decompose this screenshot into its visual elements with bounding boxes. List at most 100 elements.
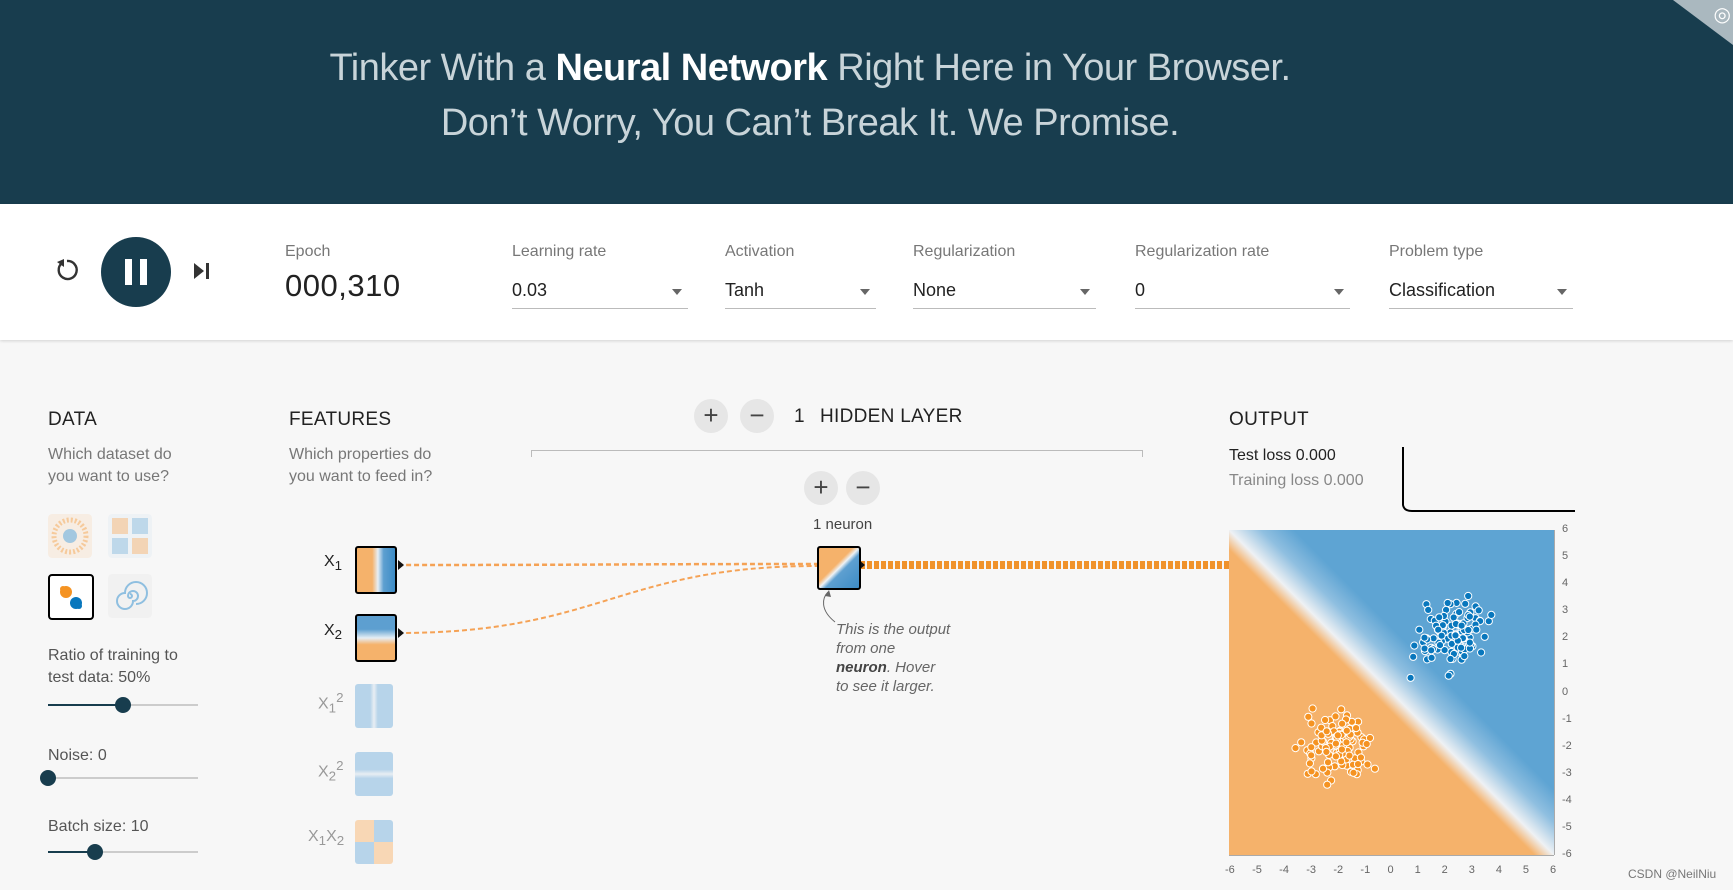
x-tick-label: -2 <box>1333 864 1344 876</box>
data-point <box>1331 712 1340 721</box>
minus-icon: − <box>749 400 765 430</box>
y-tick-label: 1 <box>1562 658 1569 671</box>
data-point <box>1464 591 1473 601</box>
feature-x2[interactable] <box>355 614 397 662</box>
neuron-count-label: 1 neuron <box>813 516 873 533</box>
feature-x1x2[interactable] <box>355 820 393 864</box>
feature-label-x2: X2 <box>324 622 343 643</box>
hidden-neuron[interactable] <box>817 546 861 590</box>
add-neuron-button[interactable]: + <box>804 471 838 505</box>
data-point <box>1465 612 1474 621</box>
activation-select[interactable]: Tanh <box>725 278 876 309</box>
x-tick-label: 5 <box>1522 864 1530 876</box>
link-x2-neuron <box>397 565 818 634</box>
feature-label-x1: X1 <box>324 553 343 574</box>
dataset-circle[interactable] <box>48 514 92 558</box>
control-bar <box>0 204 1733 340</box>
y-tick-label: -1 <box>1562 712 1572 725</box>
epoch-label: Epoch <box>285 243 331 260</box>
data-point <box>1435 613 1444 622</box>
github-icon: ◎ <box>1713 4 1731 26</box>
x-axis-line <box>1229 855 1554 856</box>
add-layer-button[interactable]: + <box>694 399 728 433</box>
batch-value: 10 <box>130 818 149 835</box>
x-tick-label: -4 <box>1279 864 1289 876</box>
feature-x1-squared[interactable] <box>355 684 393 728</box>
regularization-select[interactable]: None <box>913 278 1096 309</box>
remove-neuron-button[interactable]: − <box>846 471 880 505</box>
data-point <box>1331 752 1341 761</box>
data-point <box>1352 724 1361 733</box>
training-loss: Training loss 0.000 <box>1229 472 1364 489</box>
feature-x1[interactable] <box>355 546 397 594</box>
remove-layer-button[interactable]: − <box>740 399 774 433</box>
data-point <box>1472 625 1481 634</box>
y-tick-label: -2 <box>1562 739 1572 752</box>
dataset-gaussian[interactable] <box>48 574 94 620</box>
data-point <box>1307 767 1316 776</box>
y-tick-label: -6 <box>1562 848 1572 860</box>
output-title: OUTPUT <box>1229 409 1309 430</box>
data-point <box>1420 633 1429 642</box>
y-tick-label: -5 <box>1562 820 1572 833</box>
pause-button[interactable] <box>101 237 171 307</box>
feature-label-x1x2: X1X2 <box>308 828 345 849</box>
step-button[interactable] <box>191 260 213 282</box>
data-point <box>1406 673 1415 682</box>
data-point <box>1429 634 1438 643</box>
chevron-down-icon <box>1080 289 1090 295</box>
data-point <box>1446 654 1455 664</box>
batch-slider[interactable] <box>48 844 198 860</box>
header-line-1: Tinker With a Neural Network Right Here … <box>329 47 1291 89</box>
plus-icon: + <box>703 400 719 430</box>
x-tick-label: -6 <box>1225 864 1235 876</box>
y-tick-label: 6 <box>1562 523 1569 535</box>
decision-boundary-plot[interactable] <box>1229 530 1554 855</box>
ratio-slider-thumb[interactable] <box>115 697 131 713</box>
feature-x2-squared[interactable] <box>355 752 393 796</box>
problem-type-label: Problem type <box>1389 243 1484 260</box>
chevron-down-icon <box>672 289 682 295</box>
noise-slider[interactable] <box>40 770 198 786</box>
regularization-rate-select[interactable]: 0 <box>1135 278 1350 309</box>
batch-slider-thumb[interactable] <box>86 844 103 860</box>
data-point <box>1333 731 1342 740</box>
data-point <box>1461 599 1470 608</box>
reset-button[interactable] <box>53 256 81 284</box>
activation-label: Activation <box>725 243 795 260</box>
data-point <box>1435 641 1445 650</box>
x-tick-label: -5 <box>1252 864 1262 876</box>
features-title: FEATURES <box>289 409 392 430</box>
problem-type-select[interactable]: Classification <box>1389 278 1573 309</box>
data-point <box>1424 605 1433 615</box>
y-axis-line <box>1554 530 1555 855</box>
noise-slider-thumb[interactable] <box>40 770 56 786</box>
pause-icon <box>125 259 132 285</box>
data-point <box>1415 625 1424 634</box>
x-tick-label: 6 <box>1550 864 1557 876</box>
ratio-slider[interactable] <box>48 697 198 713</box>
dataset-spiral[interactable] <box>108 574 152 618</box>
pause-icon-bar <box>140 259 147 285</box>
data-point <box>1353 760 1363 769</box>
epoch-value: 000,310 <box>285 268 401 303</box>
dataset-xor[interactable] <box>108 514 152 558</box>
data-point <box>1307 719 1316 728</box>
x-tick-label: 3 <box>1468 864 1475 876</box>
header-banner: Tinker With a Neural Network Right Here … <box>0 0 1733 204</box>
feature-label-x2-squared: X22 <box>318 758 344 784</box>
minus-icon: − <box>855 472 871 502</box>
data-point <box>1321 715 1330 725</box>
github-corner[interactable]: ◎ <box>1673 0 1733 45</box>
data-subtitle: Which dataset do you want to use? <box>48 446 172 485</box>
data-point <box>1297 738 1306 747</box>
data-point <box>1323 758 1333 767</box>
data-point <box>1474 606 1483 615</box>
chevron-down-icon <box>1557 289 1567 295</box>
link-x1-neuron <box>397 562 818 567</box>
hidden-layer-label: HIDDEN LAYER <box>820 406 963 427</box>
learning-rate-select[interactable]: 0.03 <box>512 278 688 309</box>
data-point <box>1443 598 1452 608</box>
learning-rate-label: Learning rate <box>512 243 607 260</box>
features-subtitle: Which properties do you want to feed in? <box>289 446 433 485</box>
